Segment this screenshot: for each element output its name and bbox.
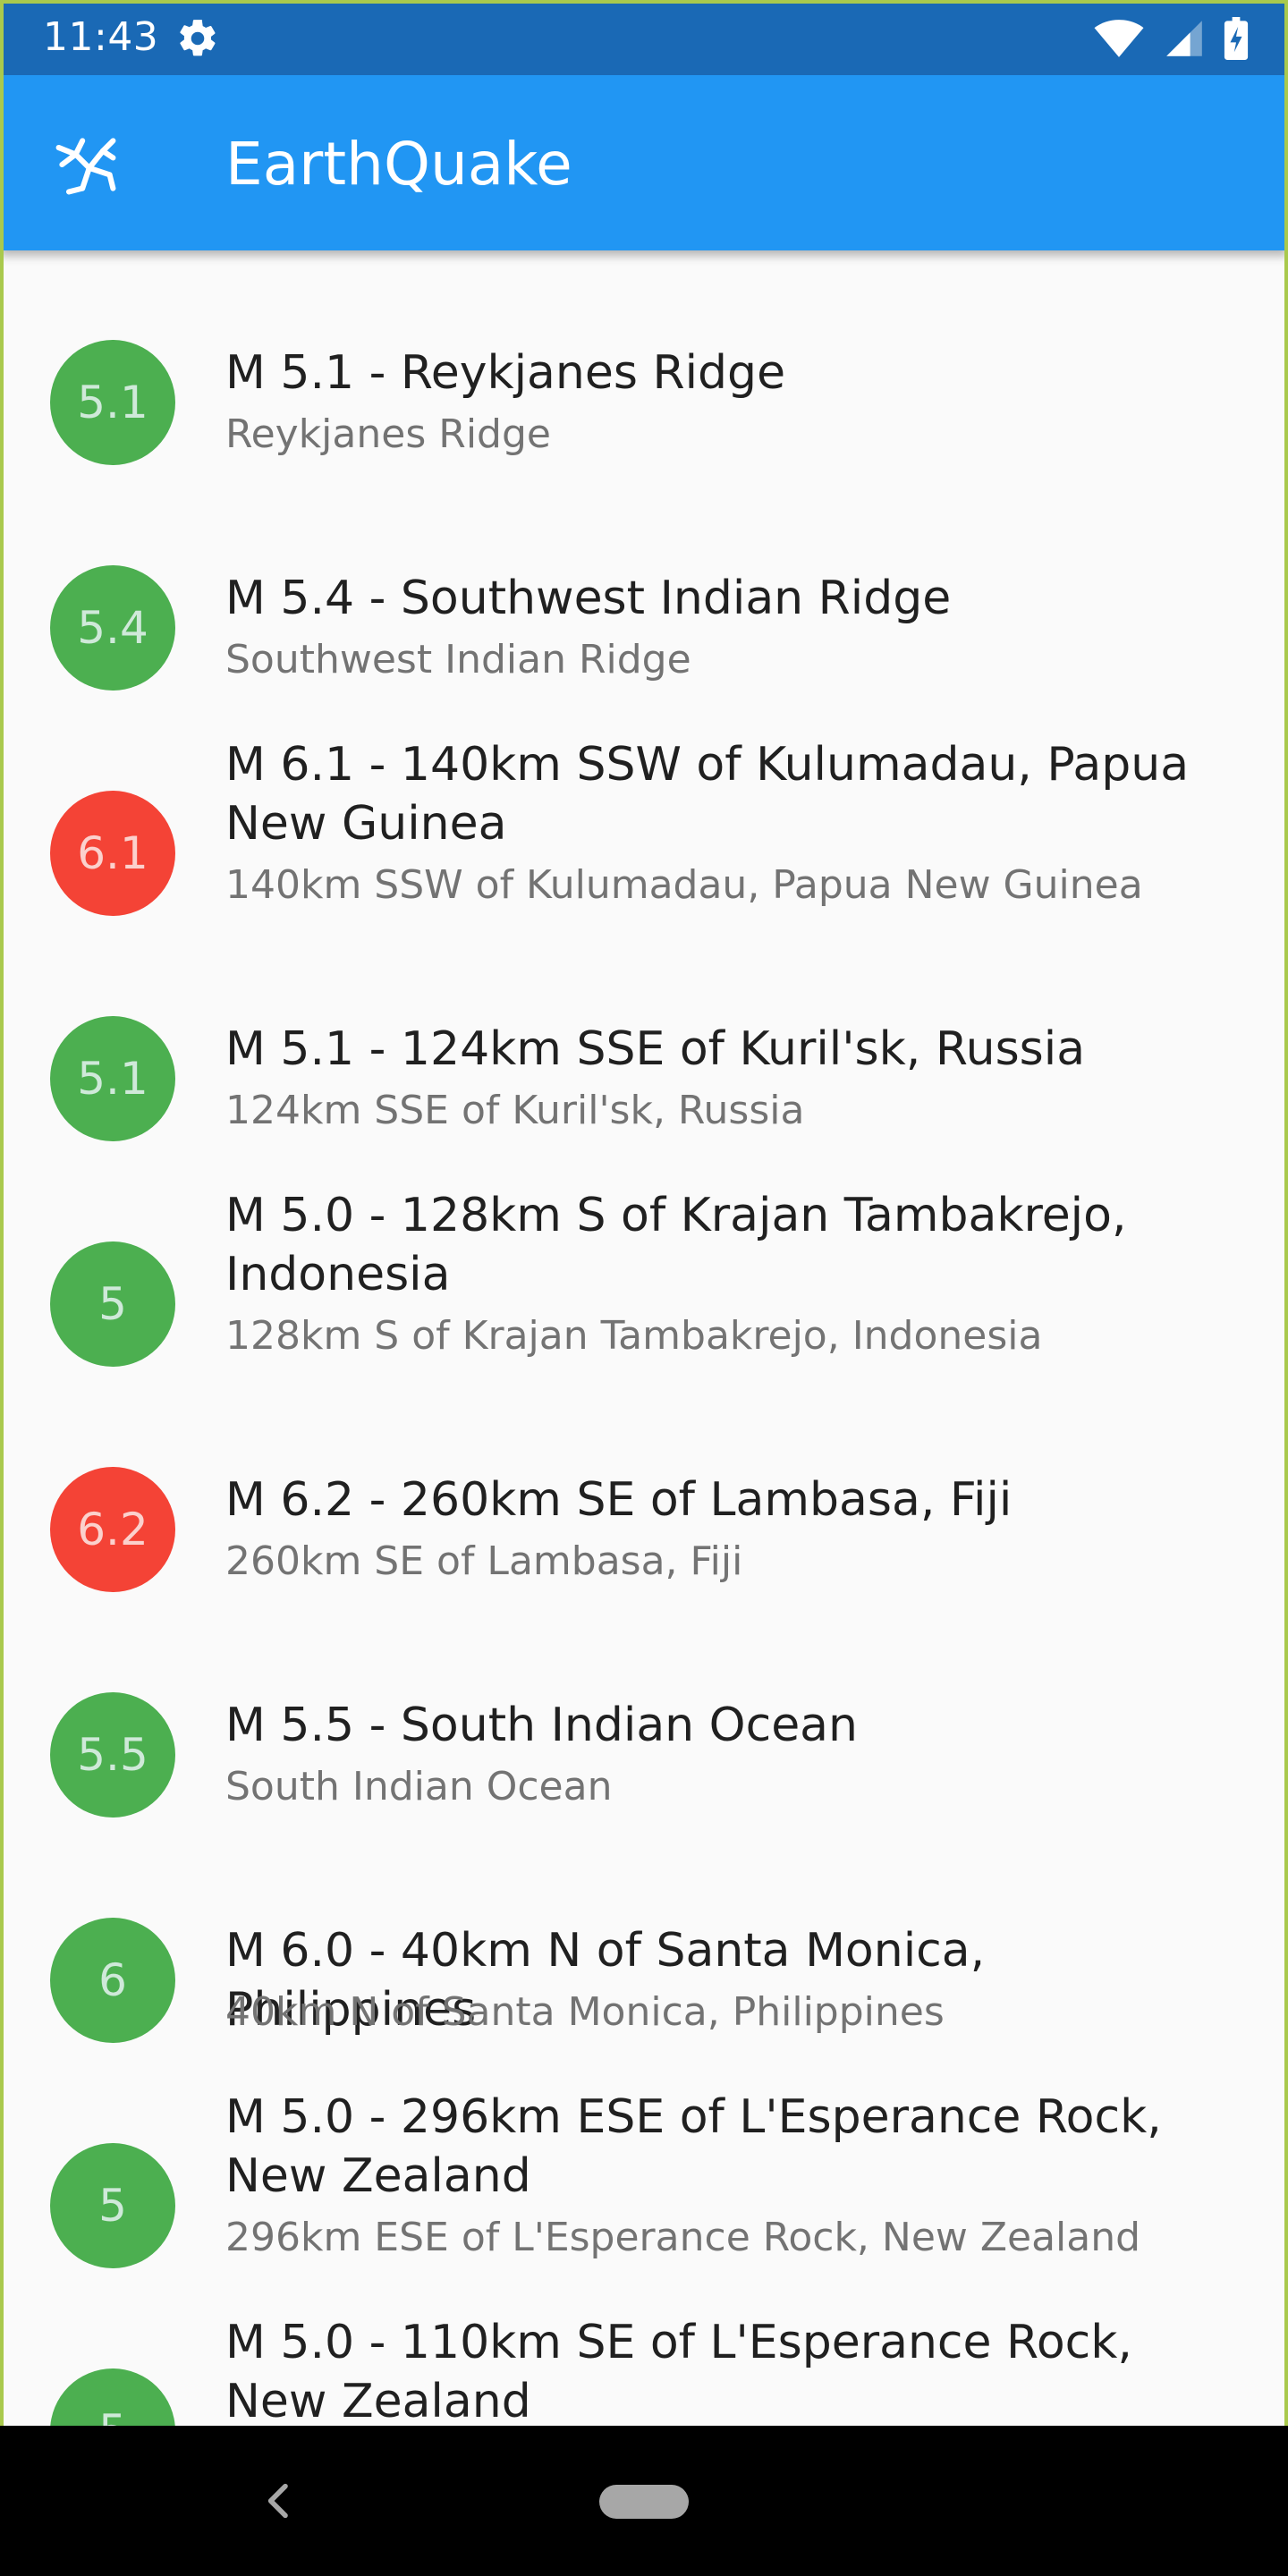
- earthquake-place: Southwest Indian Ridge: [225, 637, 691, 682]
- magnitude-badge: 5: [50, 1241, 175, 1367]
- earthquake-place: South Indian Ocean: [225, 1764, 613, 1809]
- magnitude-badge: 5.1: [50, 340, 175, 465]
- earthquake-title: M 6.1 - 140km SSW of Kulumadau, Papua Ne…: [225, 738, 1190, 851]
- earthquake-title: M 5.5 - South Indian Ocean: [225, 1699, 859, 1752]
- settings-gear-icon: [180, 20, 216, 56]
- wifi-icon: [1094, 20, 1144, 57]
- earthquake-title: M 6.2 - 260km SE of Lambasa, Fiji: [225, 1473, 1013, 1527]
- earthquake-title: M 5.1 - Reykjanes Ridge: [225, 346, 786, 400]
- earthquake-title: M 5.4 - Southwest Indian Ridge: [225, 572, 952, 625]
- magnitude-badge: 6.2: [50, 1467, 175, 1592]
- earthquake-list[interactable]: 5.1 M 5.1 - Reykjanes Ridge Reykjanes Ri…: [0, 250, 1288, 2426]
- status-time: 11:43: [43, 14, 159, 60]
- cell-signal-icon: [1166, 21, 1202, 56]
- magnitude-badge: 6: [50, 1918, 175, 2043]
- back-icon[interactable]: [254, 2476, 304, 2526]
- status-icons: [1093, 16, 1249, 61]
- magnitude-badge: 5: [50, 2368, 175, 2426]
- earthquake-place: 128km S of Krajan Tambakrejo, Indonesia: [225, 1313, 1043, 1359]
- earthquake-place: 40km N of Santa Monica, Philippines: [225, 1989, 945, 2035]
- earthquake-place: 260km SE of Lambasa, Fiji: [225, 1538, 743, 1584]
- battery-charging-icon: [1224, 17, 1249, 60]
- magnitude-badge: 5.5: [50, 1692, 175, 1818]
- earthquake-place: 140km SSW of Kulumadau, Papua New Guinea: [225, 862, 1143, 908]
- earthquake-title: M 5.0 - 110km SE of L'Esperance Rock, Ne…: [225, 2316, 1132, 2426]
- app-bar: EarthQuake: [0, 75, 1288, 250]
- magnitude-badge: 6.1: [50, 791, 175, 916]
- app-title: EarthQuake: [225, 130, 572, 199]
- earthquake-title: M 5.0 - 128km S of Krajan Tambakrejo, In…: [225, 1189, 1127, 1301]
- earthquake-place: Reykjanes Ridge: [225, 411, 551, 457]
- navigation-bar: [0, 2426, 1288, 2576]
- earthquake-title: M 5.1 - 124km SSE of Kuril'sk, Russia: [225, 1022, 1086, 1076]
- earthquake-place: 296km ESE of L'Esperance Rock, New Zeala…: [225, 2215, 1141, 2260]
- home-pill-icon[interactable]: [599, 2485, 689, 2519]
- app-screen: 11:43 EarthQuake 5.1 M 5.1 - Reykjanes R…: [0, 0, 1288, 2576]
- status-bar: 11:43: [0, 0, 1288, 75]
- magnitude-badge: 5.4: [50, 565, 175, 691]
- magnitude-badge: 5.1: [50, 1016, 175, 1141]
- earthquake-logo-icon: [55, 138, 116, 195]
- earthquake-place: 124km SSE of Kuril'sk, Russia: [225, 1088, 805, 1133]
- earthquake-title: M 5.0 - 296km ESE of L'Esperance Rock, N…: [225, 2090, 1162, 2203]
- magnitude-badge: 5: [50, 2143, 175, 2268]
